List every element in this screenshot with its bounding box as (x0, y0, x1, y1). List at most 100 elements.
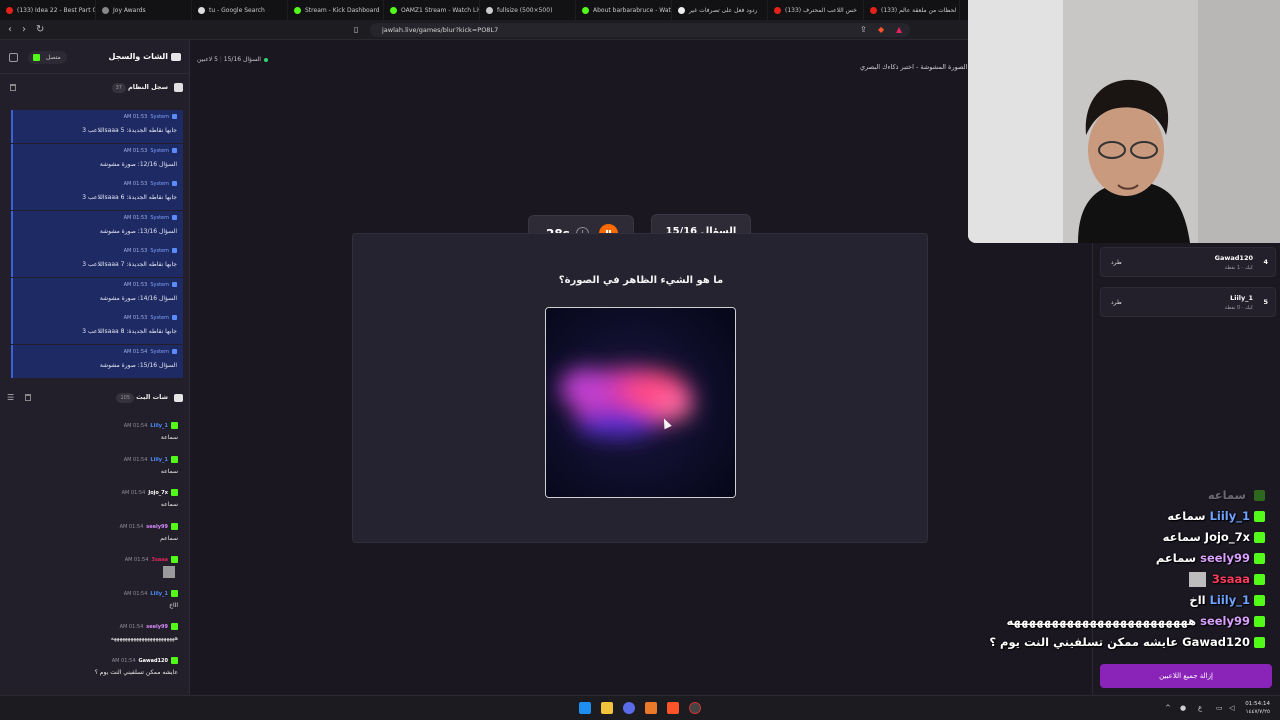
tab-favicon-icon (390, 6, 397, 14)
chat-message-meta: AM 01:54 seely99 (8, 522, 178, 530)
overlay-chat-message: سماعه (1208, 488, 1265, 502)
kick-icon (1254, 553, 1265, 564)
remove-all-players-button[interactable]: إزالة جميع اللاعبين (1100, 664, 1272, 688)
chat-message: AM 01:54 Liily_1 اااخ (8, 589, 178, 609)
overlay-chat-username: 3saaa (1211, 572, 1250, 586)
chat-bubble-icon (174, 394, 183, 402)
log-item: AM 01:53 System اللاعب 3saaa جابها نقاطه ا… (11, 311, 183, 344)
chat-message: AM 01:54 Gawad120 عايشه ممكن تسلفيني النت … (8, 656, 178, 676)
tab-label: (133) خس اللاعب المحترف (785, 6, 857, 14)
volume-icon[interactable]: ◁ (1229, 704, 1234, 712)
chat-username[interactable]: Liily_1 (150, 457, 168, 463)
tray-chevron-icon[interactable]: ^ (1165, 704, 1171, 712)
collapse-sidebar-icon[interactable] (9, 53, 18, 62)
chat-username[interactable]: seely99 (146, 624, 168, 630)
tab-label: (133) لحظات من ملعقة عالم (881, 6, 957, 14)
kick-player-button[interactable]: طرد (1111, 259, 1122, 266)
language-icon[interactable]: ع (1198, 704, 1202, 712)
url-field[interactable]: jawlah.live/games/blur?kick=PO8L7 (370, 23, 910, 37)
reload-icon[interactable]: ↻ (36, 24, 44, 36)
system-clock[interactable]: 01:54:14 ١٤٤٧/٧/٢٥ (1245, 700, 1270, 716)
chat-message: AM 01:54 Liily_1 سماعة (8, 422, 178, 441)
browser-tab[interactable]: ردود فعل على تصرفات غير (672, 0, 768, 20)
log-item: AM 01:53 System اللاعب 3saaa جابها نقاطه ا… (11, 177, 183, 210)
share-icon[interactable]: ⇪ (860, 25, 867, 35)
player-rank: 5 (1263, 298, 1268, 306)
overlay-chat-text: ههههههههههههههههههههههههه (1006, 614, 1197, 628)
microphone-icon[interactable]: ● (1180, 704, 1186, 712)
app-icon[interactable] (645, 702, 657, 714)
trash-icon[interactable] (10, 84, 16, 91)
chat-username[interactable]: seely99 (146, 524, 168, 530)
game-subtitle: الصورة المشوشة - اختبر ذكاءك البصري! (859, 63, 970, 71)
chat-time: AM 01:54 (119, 624, 144, 630)
trash-icon[interactable] (25, 394, 31, 401)
overlay-chat-message: سماعم seely99 (1156, 551, 1265, 565)
kick-icon (1254, 616, 1265, 627)
chat-message-meta: AM 01:54 Jojo_7x (8, 489, 178, 496)
tab-favicon-icon (870, 6, 877, 14)
log-item: AM 01:54 System السؤال 15/16: صورة مشوشة (11, 344, 183, 378)
system-log-title: سجل النظام (128, 83, 168, 91)
file-explorer-icon[interactable] (601, 702, 613, 714)
browser-tab[interactable]: OAMZ1 Stream - Watch Live (384, 0, 480, 20)
screen: { "browser": { "tabs": [ {"label":"(133)… (0, 0, 1280, 720)
overlay-chat-text: عايشه ممكن تسلفيني النت يوم ؟ (989, 635, 1179, 649)
chat-time: AM 01:54 (123, 423, 148, 429)
brave-browser-icon[interactable] (667, 702, 679, 714)
filter-icon[interactable]: ☰ (7, 392, 14, 404)
rewards-icon[interactable]: ▲ (896, 25, 902, 35)
chat-time: AM 01:54 (119, 523, 144, 530)
log-text: السؤال 15/16: صورة مشوشة (99, 361, 177, 369)
discord-icon[interactable] (623, 702, 635, 714)
log-sender: System (150, 281, 169, 288)
log-meta: AM 01:53 System (124, 147, 177, 154)
tab-favicon-icon (774, 6, 781, 14)
browser-tab[interactable]: About barbarabruce - Watch (576, 0, 672, 20)
chat-username[interactable]: Jojo_7x (148, 490, 168, 496)
browser-tab[interactable]: (133) لحظات من ملعقة عالم (864, 0, 960, 20)
log-time: AM 01:53 (123, 214, 148, 221)
windows-start-icon[interactable] (579, 702, 591, 714)
system-icon (172, 214, 177, 220)
forward-icon[interactable]: › (22, 24, 26, 36)
system-icon (172, 281, 177, 287)
kick-player-button[interactable]: طرد (1111, 299, 1122, 306)
chat-text: سماعة (160, 434, 178, 441)
player-score: كيك · 0 نقطة (1224, 305, 1253, 311)
log-item: AM 01:53 System اللاعب 3saaa جابها نقاطه ا… (11, 244, 183, 277)
tab-favicon-icon (582, 6, 589, 14)
chat-time: AM 01:54 (111, 657, 136, 664)
chat-text (8, 563, 178, 582)
back-icon[interactable]: ‹ (8, 24, 12, 36)
network-icon[interactable]: ▭ (1216, 704, 1223, 712)
browser-tab[interactable]: fullsize (500×500) (480, 0, 576, 20)
question-card: ما هو الشيء الظاهر في الصورة؟ (352, 233, 928, 543)
system-icon (172, 348, 177, 354)
log-text: السؤال 13/16: صورة مشوشة (99, 227, 177, 235)
chat-username[interactable]: Liily_1 (150, 423, 168, 429)
bookmark-icon[interactable]: ▯ (354, 25, 358, 35)
log-text: اللاعب 3saaa جابها نقاطه الجديدة: 6 (82, 194, 177, 201)
chat-text: سماعه (160, 501, 178, 508)
kick-icon (171, 522, 178, 530)
browser-tab[interactable]: (133) Idea 22 - Best Part 0 (0, 0, 96, 20)
browser-tab[interactable]: Stream - Kick Dashboard (288, 0, 384, 20)
chat-message-meta: AM 01:54 Liily_1 (8, 422, 178, 429)
overlay-chat-message: عايشه ممكن تسلفيني النت يوم ؟ Gawad120 (989, 635, 1265, 649)
chat-username[interactable]: Liily_1 (150, 591, 168, 597)
browser-tab[interactable]: (133) خس اللاعب المحترف (768, 0, 864, 20)
chat-text: عايشه ممكن تسلفيني النت يوم ؟ (94, 668, 178, 676)
browser-tab[interactable]: Joy Awards (96, 0, 192, 20)
brave-shield-icon[interactable]: ◆ (878, 25, 884, 35)
kick-icon (1254, 532, 1265, 543)
player-name: Liily_1 (1230, 294, 1253, 302)
log-item: AM 01:53 System السؤال 13/16: صورة مشوشة (11, 210, 183, 244)
tab-label: OAMZ1 Stream - Watch Live (401, 6, 480, 14)
emote-image (1188, 572, 1206, 587)
browser-tab[interactable]: tu - Google Search (192, 0, 288, 20)
stream-chat-count: 105 (116, 393, 134, 403)
tab-label: Stream - Kick Dashboard (305, 6, 380, 14)
chat-username[interactable]: Gawad120 (139, 658, 169, 664)
obs-icon[interactable] (689, 702, 701, 714)
